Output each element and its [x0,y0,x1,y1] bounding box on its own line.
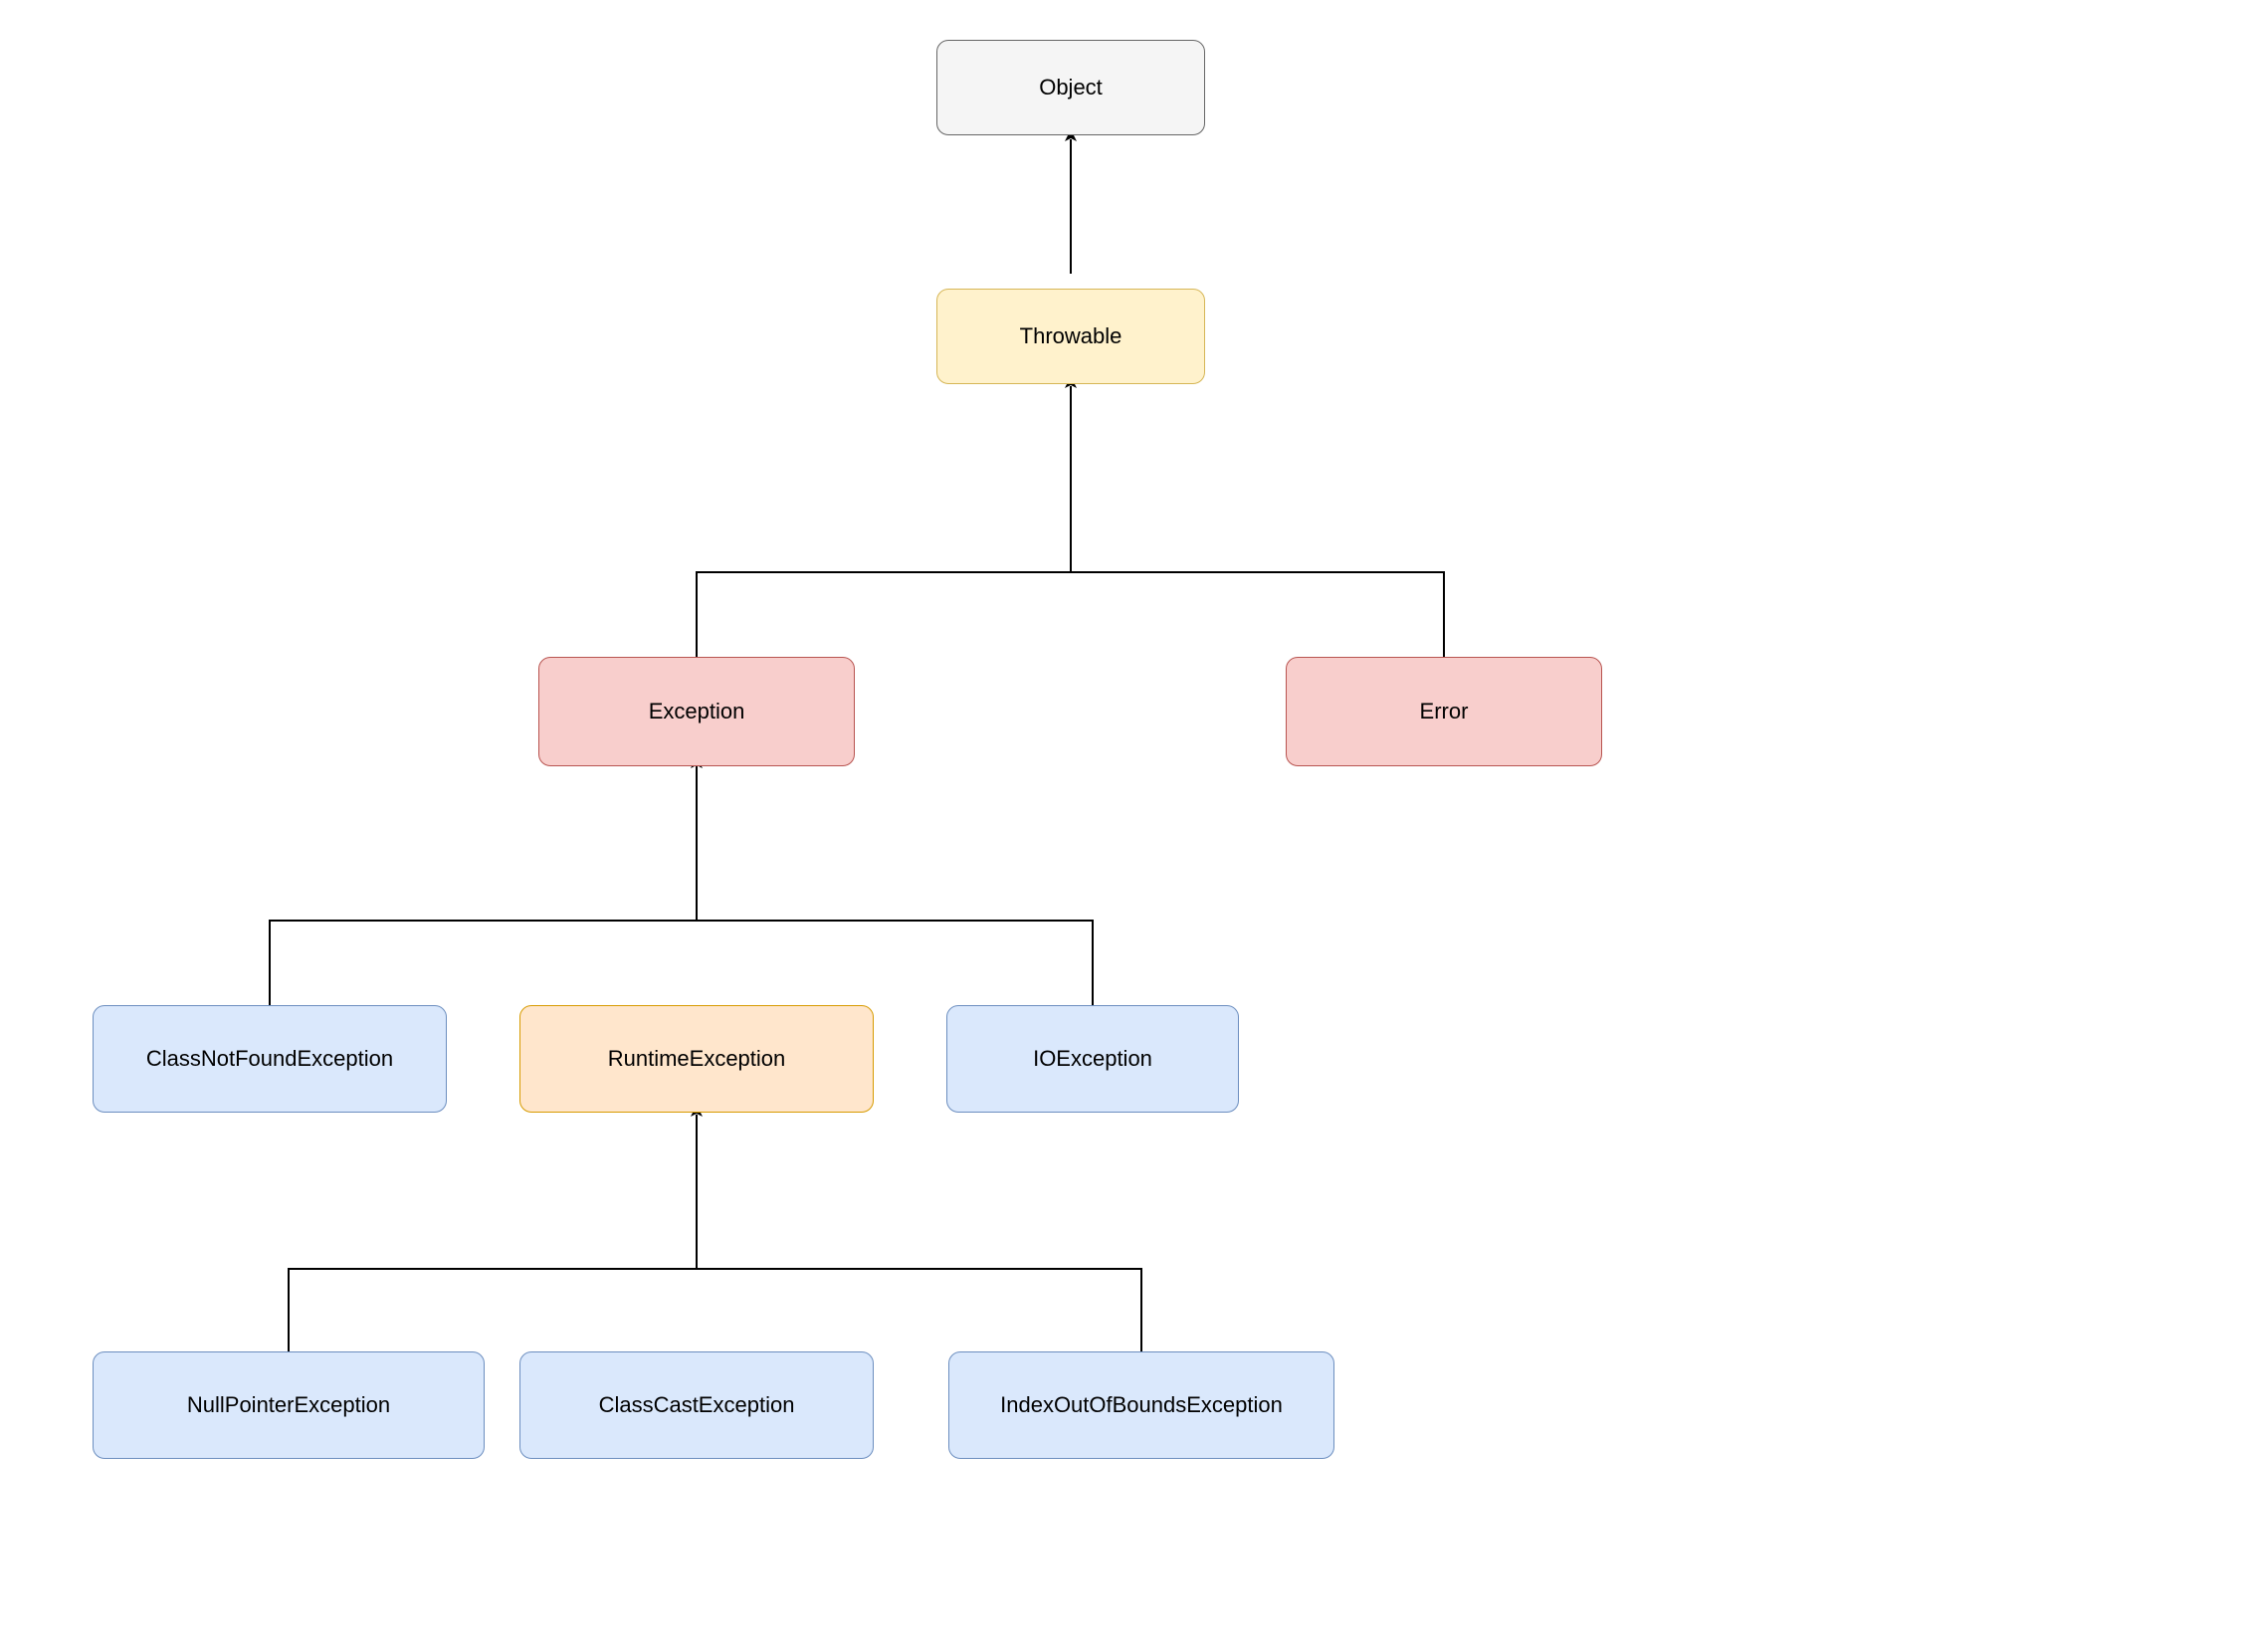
node-io-exception: IOException [946,1005,1239,1113]
node-class-cast-exception: ClassCastException [519,1351,874,1459]
exception-hierarchy-diagram: Object Throwable Exception Error ClassNo… [0,0,2245,1652]
node-null-pointer-exception: NullPointerException [93,1351,485,1459]
node-index-out-of-bounds-exception: IndexOutOfBoundsException [948,1351,1334,1459]
node-runtime-exception: RuntimeException [519,1005,874,1113]
node-throwable: Throwable [936,289,1205,384]
node-object: Object [936,40,1205,135]
node-error: Error [1286,657,1602,766]
node-class-not-found-exception: ClassNotFoundException [93,1005,447,1113]
node-exception: Exception [538,657,855,766]
